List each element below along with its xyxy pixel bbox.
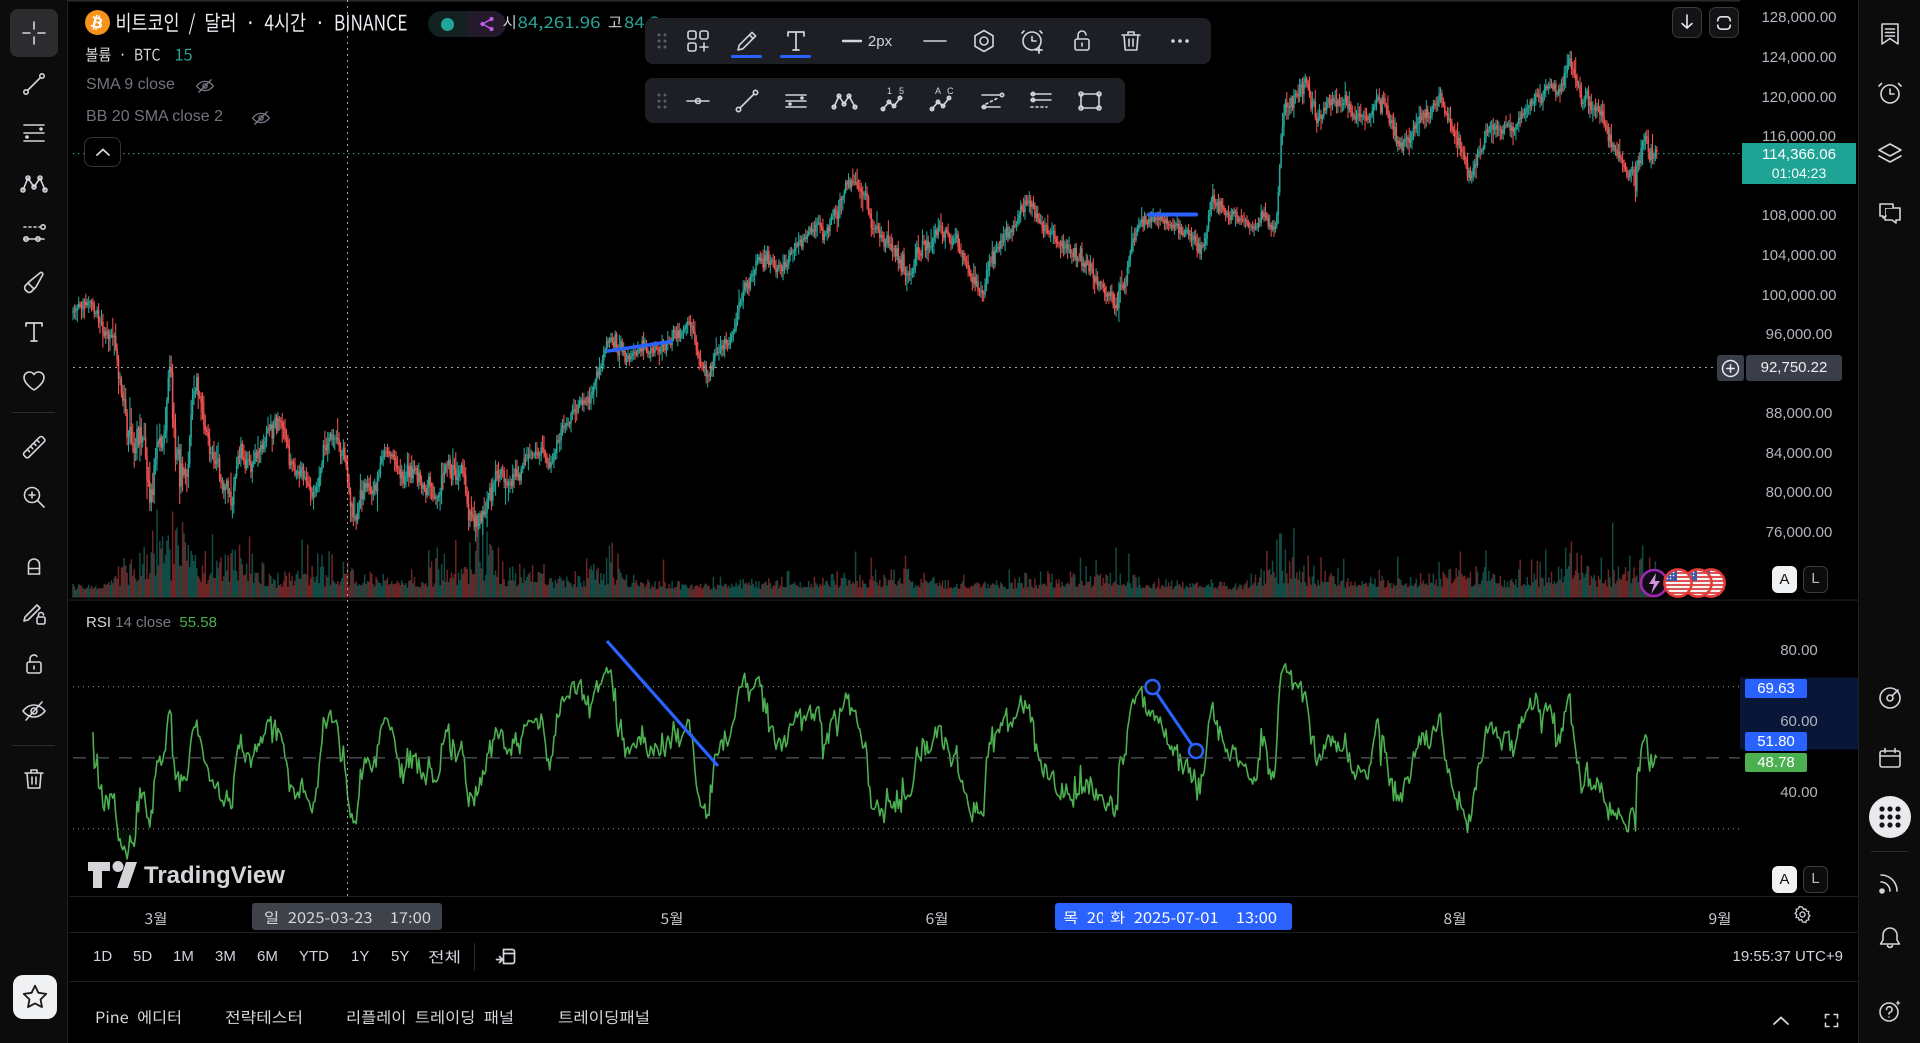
svg-text:5: 5	[899, 87, 904, 96]
svg-text:1: 1	[887, 87, 892, 96]
svg-text:C: C	[947, 87, 954, 96]
svg-text:A: A	[935, 87, 941, 96]
